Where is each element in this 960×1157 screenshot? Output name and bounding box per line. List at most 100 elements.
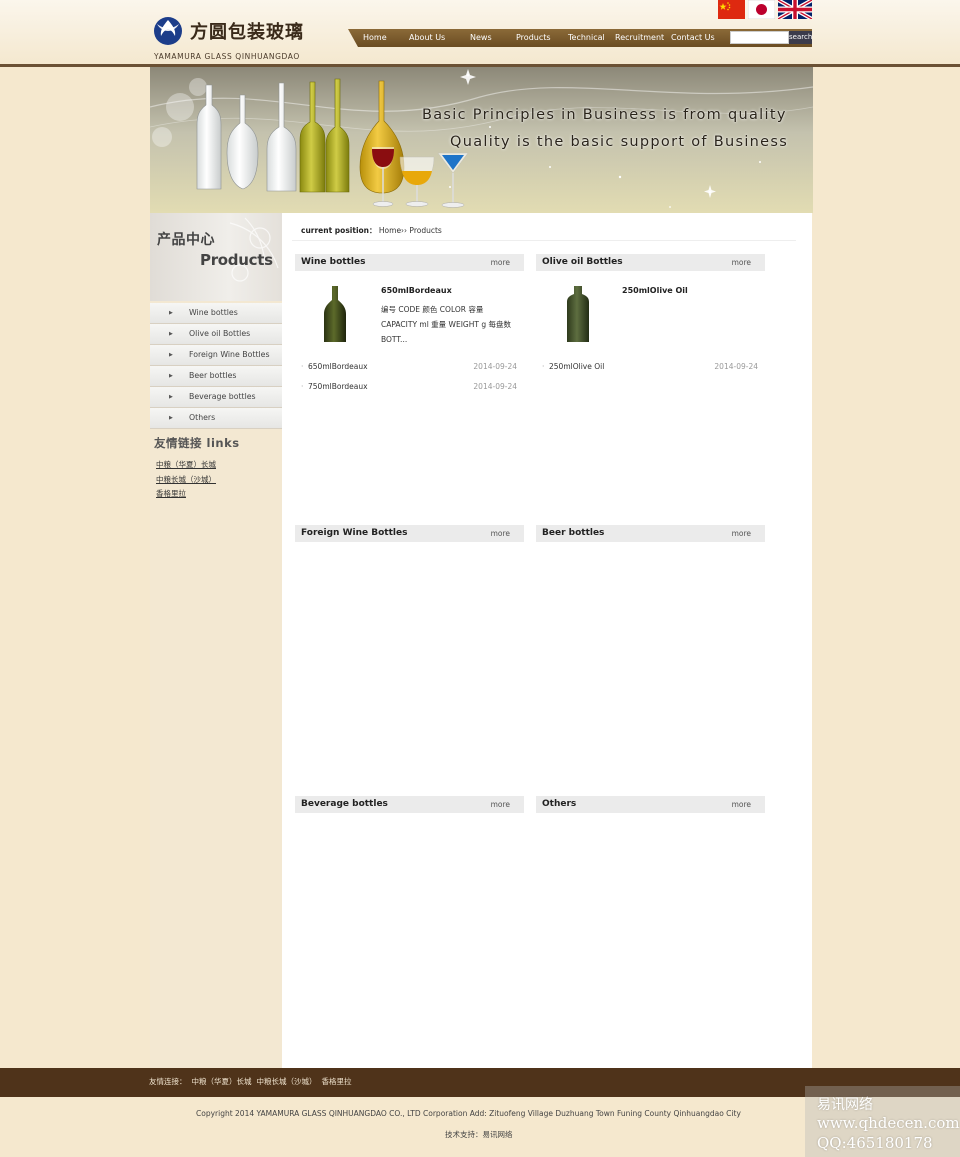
sidebar-item-foreign-wine-bottles[interactable]: ▶ Foreign Wine Bottles bbox=[150, 345, 282, 366]
section-beer-bottles: Beer bottles more bbox=[536, 525, 765, 542]
featured-product-name[interactable]: 650mlBordeaux bbox=[381, 286, 452, 295]
nav-home[interactable]: Home bbox=[363, 29, 387, 47]
featured-product-description: 编号 CODE 颜色 COLOR 容量 CAPACITY ml 重量 WEIGH… bbox=[381, 305, 511, 344]
arrow-right-icon: ▶ bbox=[169, 415, 173, 421]
section-header: Wine bottles more bbox=[295, 254, 524, 271]
banner: Basic Principles in Business is from qua… bbox=[150, 67, 813, 213]
banner-slogan-line1: Basic Principles in Business is from qua… bbox=[422, 107, 787, 123]
logo-chinese-name: 方圆包装玻璃 bbox=[190, 22, 304, 43]
sidebar-header: 产品中心 Products bbox=[150, 213, 282, 301]
sidebar-item-beverage-bottles[interactable]: ▶ Beverage bottles bbox=[150, 387, 282, 408]
section-wine-bottles: Wine bottles more 650mlBordeaux 编号 CODE … bbox=[295, 254, 524, 404]
breadcrumb-path[interactable]: Home›› Products bbox=[379, 226, 442, 235]
china-flag-icon[interactable] bbox=[718, 0, 745, 19]
list-item-name[interactable]: 250mlOlive Oil bbox=[549, 360, 604, 374]
watermark-line3: QQ:465180178 bbox=[817, 1134, 933, 1152]
breadcrumb-label: current position： bbox=[301, 226, 377, 235]
sidebar-item-others[interactable]: ▶ Others bbox=[150, 408, 282, 429]
section-title: Others bbox=[542, 799, 577, 809]
section-header: Olive oil Bottles more bbox=[536, 254, 765, 271]
sidebar-item-olive-oil-bottles[interactable]: ▶ Olive oil Bottles bbox=[150, 324, 282, 345]
sidebar-item-label: Beer bottles bbox=[189, 371, 237, 380]
section-title: Foreign Wine Bottles bbox=[301, 528, 408, 538]
sidebar: 产品中心 Products ▶ Wine bottles ▶ Olive oil… bbox=[150, 213, 282, 1068]
olive-oil-bottle-thumbnail[interactable] bbox=[563, 284, 593, 344]
bullet-icon: · bbox=[301, 382, 304, 391]
footer-link[interactable]: 中粮（华夏）长城 bbox=[192, 1077, 252, 1086]
nav-technical[interactable]: Technical bbox=[568, 29, 605, 47]
sidebar-title-cn: 产品中心 bbox=[157, 232, 215, 248]
wine-bottle-thumbnail[interactable] bbox=[321, 284, 349, 344]
search-input[interactable] bbox=[730, 31, 789, 44]
friend-link[interactable]: 中粮长城（沙城） bbox=[156, 473, 216, 488]
list-item[interactable]: · 750mlBordeaux 2014-09-24 bbox=[301, 380, 517, 394]
sidebar-item-label: Olive oil Bottles bbox=[189, 329, 251, 338]
friend-link[interactable]: 中粮（华夏）长城 bbox=[156, 458, 216, 473]
list-item-name[interactable]: 650mlBordeaux bbox=[308, 360, 368, 374]
section-header: Others more bbox=[536, 796, 765, 813]
featured-product-name[interactable]: 250mlOlive Oil bbox=[622, 286, 688, 295]
nav-about-us[interactable]: About Us bbox=[409, 29, 445, 47]
sidebar-item-label: Others bbox=[189, 413, 216, 422]
nav-contact-us[interactable]: Contact Us bbox=[671, 29, 715, 47]
language-flags bbox=[718, 0, 814, 20]
section-foreign-wine-bottles: Foreign Wine Bottles more bbox=[295, 525, 524, 542]
more-link[interactable]: more bbox=[732, 254, 751, 271]
footer-links-label: 友情连接： bbox=[149, 1077, 187, 1086]
section-title: Beverage bottles bbox=[301, 799, 388, 809]
section-header: Beverage bottles more bbox=[295, 796, 524, 813]
more-link[interactable]: more bbox=[732, 525, 751, 542]
watermark-line1: 易讯网络 bbox=[817, 1097, 873, 1113]
list-item[interactable]: · 650mlBordeaux 2014-09-24 bbox=[301, 360, 517, 374]
nav-news[interactable]: News bbox=[470, 29, 492, 47]
section-title: Wine bottles bbox=[301, 257, 366, 267]
site-logo[interactable]: 方圆包装玻璃 YAMAMURA GLASS QINHUANGDAO bbox=[152, 12, 312, 64]
uk-flag-icon[interactable] bbox=[778, 0, 812, 19]
sidebar-item-beer-bottles[interactable]: ▶ Beer bottles bbox=[150, 366, 282, 387]
product-category-menu: ▶ Wine bottles ▶ Olive oil Bottles ▶ For… bbox=[150, 303, 282, 429]
section-header: Foreign Wine Bottles more bbox=[295, 525, 524, 542]
section-header: Beer bottles more bbox=[536, 525, 765, 542]
nav-products[interactable]: Products bbox=[516, 29, 551, 47]
more-link[interactable]: more bbox=[732, 796, 751, 813]
more-link[interactable]: more bbox=[491, 525, 510, 542]
footer-link[interactable]: 香格里拉 bbox=[322, 1077, 352, 1086]
breadcrumb: current position： Home›› Products bbox=[301, 225, 442, 236]
watermark: 易讯网络 www.qhdecen.com QQ:465180178 bbox=[805, 1086, 960, 1157]
more-link[interactable]: more bbox=[491, 254, 510, 271]
list-item[interactable]: · 250mlOlive Oil 2014-09-24 bbox=[542, 360, 758, 374]
arrow-right-icon: ▶ bbox=[169, 310, 173, 316]
sidebar-item-label: Beverage bottles bbox=[189, 392, 256, 401]
list-item-date: 2014-09-24 bbox=[473, 362, 517, 371]
sidebar-item-label: Wine bottles bbox=[189, 308, 238, 317]
nav-recruitment[interactable]: Recruitment bbox=[615, 29, 664, 47]
sidebar-title-en: Products bbox=[200, 251, 273, 269]
section-olive-oil-bottles: Olive oil Bottles more 250mlOlive Oil · … bbox=[536, 254, 765, 404]
arrow-right-icon: ▶ bbox=[169, 373, 173, 379]
logo-emblem-icon bbox=[154, 17, 182, 45]
search-button[interactable]: search bbox=[789, 31, 812, 44]
arrow-right-icon: ▶ bbox=[169, 352, 173, 358]
copyright-text: Copyright 2014 YAMAMURA GLASS QINHUANGDA… bbox=[196, 1109, 741, 1118]
tech-support-text: 技术支持：易讯网络 bbox=[445, 1130, 513, 1139]
section-beverage-bottles: Beverage bottles more bbox=[295, 796, 524, 813]
more-link[interactable]: more bbox=[491, 796, 510, 813]
sidebar-item-label: Foreign Wine Bottles bbox=[189, 350, 270, 359]
banner-slogan-line2: Quality is the basic support of Business bbox=[450, 134, 789, 150]
sidebar-item-wine-bottles[interactable]: ▶ Wine bottles bbox=[150, 303, 282, 324]
footer-links: 友情连接： 中粮（华夏）长城 中粮长城（沙城） 香格里拉 bbox=[149, 1076, 357, 1087]
list-item-date: 2014-09-24 bbox=[473, 382, 517, 391]
footer-link[interactable]: 中粮长城（沙城） bbox=[257, 1077, 317, 1086]
arrow-right-icon: ▶ bbox=[169, 331, 173, 337]
arrow-right-icon: ▶ bbox=[169, 394, 173, 400]
list-item-name[interactable]: 750mlBordeaux bbox=[308, 380, 368, 394]
friend-links-list: 中粮（华夏）长城 中粮长城（沙城） 香格里拉 bbox=[156, 458, 216, 502]
bullet-icon: · bbox=[542, 362, 545, 371]
friend-link[interactable]: 香格里拉 bbox=[156, 487, 216, 502]
breadcrumb-divider bbox=[292, 240, 796, 241]
section-title: Beer bottles bbox=[542, 528, 605, 538]
section-title: Olive oil Bottles bbox=[542, 257, 623, 267]
japan-flag-icon[interactable] bbox=[748, 0, 775, 19]
logo-english-name: YAMAMURA GLASS QINHUANGDAO bbox=[154, 52, 300, 61]
list-item-date: 2014-09-24 bbox=[714, 362, 758, 371]
